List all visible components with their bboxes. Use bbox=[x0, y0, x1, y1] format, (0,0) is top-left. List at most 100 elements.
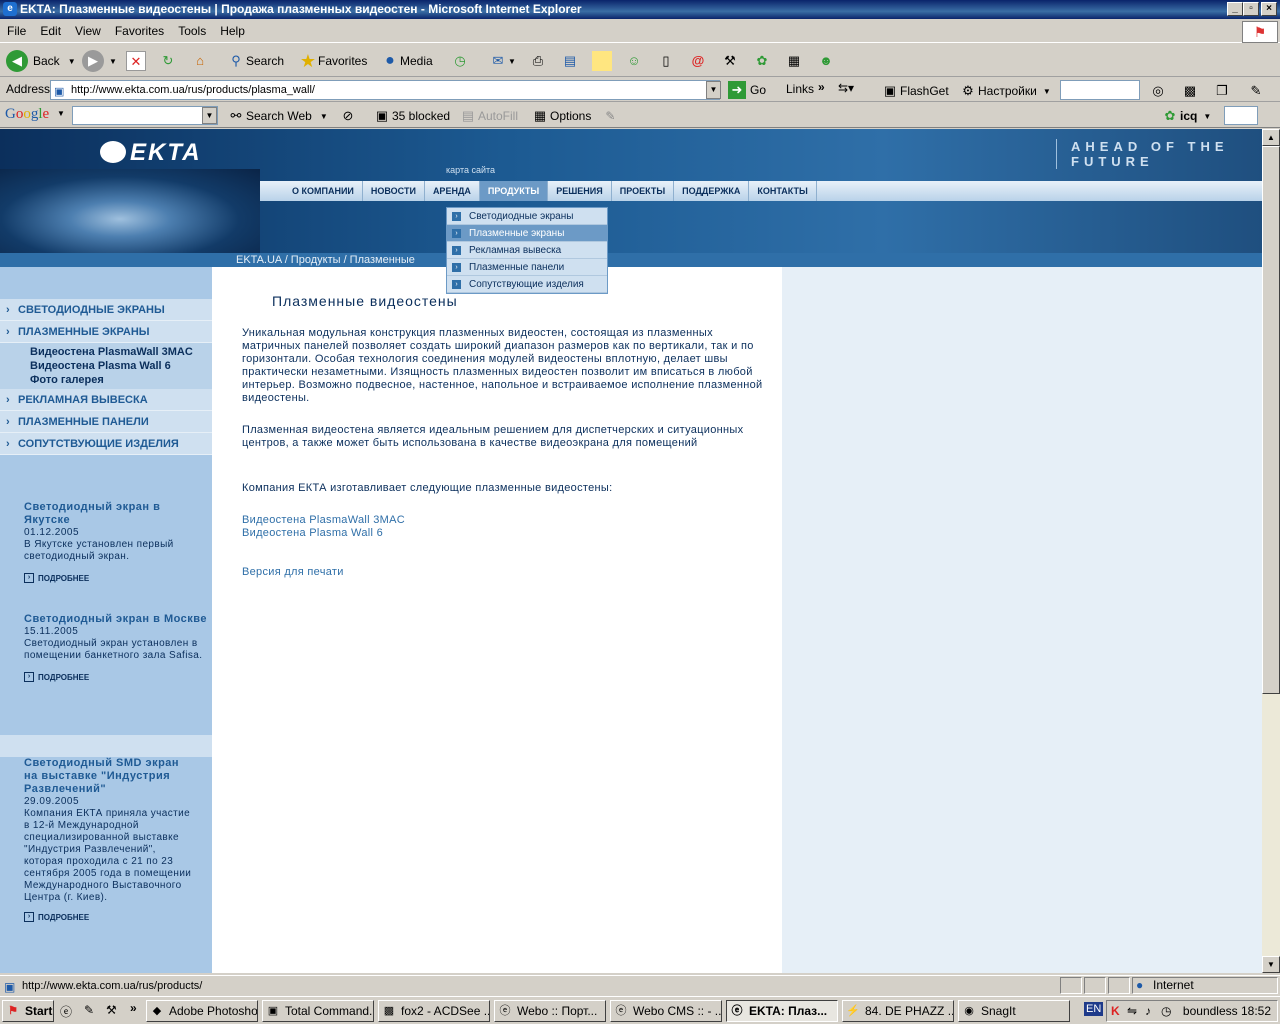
sidebar-item-accessories[interactable]: СОПУТСТВУЮЩИЕ ИЗДЕЛИЯ bbox=[0, 433, 212, 455]
tray-antivirus-icon[interactable]: K bbox=[1111, 1001, 1120, 1021]
maximize-button[interactable]: ▫ bbox=[1243, 2, 1259, 16]
highlight-icon[interactable]: ▩ bbox=[1180, 81, 1200, 101]
options-button[interactable]: ▦ Options ✎ bbox=[530, 106, 616, 126]
refresh-button[interactable]: ↻ bbox=[158, 49, 178, 73]
magnifier-icon[interactable]: ◎ bbox=[1148, 81, 1168, 101]
vertical-scrollbar[interactable]: ▲ ▼ bbox=[1262, 129, 1280, 973]
news-more-link[interactable]: › ПОДРОБНЕЕ bbox=[24, 573, 210, 583]
menu-edit[interactable]: Edit bbox=[33, 19, 68, 43]
icq-input[interactable] bbox=[1224, 106, 1258, 125]
news-title[interactable]: Светодиодный экран в Москве bbox=[24, 613, 210, 626]
go-button[interactable]: ➜ Go bbox=[728, 81, 766, 99]
site-logo[interactable]: EKTA bbox=[100, 139, 202, 167]
address-input[interactable]: ▣ http://www.ekta.com.ua/rus/products/pla… bbox=[50, 80, 720, 100]
task-ekta[interactable]: ⓔ EKTA: Плаз... bbox=[726, 1000, 838, 1022]
nav-news[interactable]: НОВОСТИ bbox=[363, 181, 425, 201]
nav-products[interactable]: ПРОДУКТЫ bbox=[479, 181, 549, 201]
autofill-button[interactable]: ▤ AutoFill bbox=[458, 106, 518, 126]
nav-contacts[interactable]: КОНТАКТЫ bbox=[749, 181, 817, 201]
messenger-button[interactable]: ☺ bbox=[624, 49, 644, 73]
icq-button[interactable]: ✿ icq ▼ bbox=[1160, 106, 1212, 126]
dropdown-item-plasma-panels[interactable]: › Плазменные панели bbox=[447, 259, 607, 276]
forward-button[interactable]: ▶ ▼ bbox=[82, 49, 117, 73]
news-more-link[interactable]: › ПОДРОБНЕЕ bbox=[24, 672, 210, 682]
dropdown-item-ad-sign[interactable]: › Рекламная вывеска bbox=[447, 242, 607, 259]
task-total-commander[interactable]: ▣ Total Command... bbox=[262, 1000, 374, 1022]
links-button[interactable]: Links bbox=[786, 82, 814, 96]
device-button[interactable]: ▯ bbox=[656, 49, 676, 73]
quicklaunch-ie-icon[interactable]: ⓔ bbox=[60, 1003, 72, 1020]
print-version-link[interactable]: Версия для печати bbox=[242, 566, 344, 578]
tray-network-icon[interactable]: ⇋ bbox=[1127, 1001, 1137, 1021]
search-web-button[interactable]: ⚯ Search Web ▼ bbox=[226, 106, 328, 126]
tray-volume-icon[interactable]: ♪ bbox=[1145, 1001, 1151, 1021]
favorites-button[interactable]: ★ Favorites bbox=[298, 49, 367, 73]
dropdown-item-plasma-screens[interactable]: › Плазменные экраны bbox=[447, 225, 607, 242]
tray-clock[interactable]: boundless 18:52 bbox=[1183, 1004, 1271, 1018]
nav-rent[interactable]: АРЕНДА bbox=[425, 181, 480, 201]
language-indicator[interactable]: EN bbox=[1084, 1002, 1104, 1016]
archive-button[interactable]: ▦ bbox=[784, 49, 804, 73]
sitemap-link[interactable]: карта сайта bbox=[446, 165, 495, 175]
print-button[interactable]: ⎙ bbox=[528, 49, 548, 73]
task-webo-cms[interactable]: ⓔ Webo CMS :: - ... bbox=[610, 1000, 722, 1022]
news-title[interactable]: Светодиодный SMD экран на выставке "Инду… bbox=[24, 757, 194, 796]
back-button[interactable]: ◀ Back ▼ bbox=[6, 49, 76, 73]
scroll-thumb[interactable] bbox=[1262, 146, 1280, 694]
menu-file[interactable]: File bbox=[0, 19, 33, 43]
dropdown-item-accessories[interactable]: › Сопутствующие изделия bbox=[447, 276, 607, 293]
forward-dropdown-icon[interactable]: ▼ bbox=[109, 57, 117, 66]
nav-projects[interactable]: ПРОЕКТЫ bbox=[612, 181, 675, 201]
google-logo[interactable]: Google bbox=[5, 106, 49, 123]
toolbar-search-input[interactable] bbox=[1060, 80, 1140, 100]
menu-favorites[interactable]: Favorites bbox=[108, 19, 171, 43]
sidebar-sub-plasmawall-3mac[interactable]: Видеостена PlasmaWall 3MAC bbox=[30, 345, 212, 359]
icq-flower-button[interactable]: ✿ bbox=[752, 49, 772, 73]
search-button[interactable]: ⚲ Search bbox=[226, 49, 284, 73]
sidebar-sub-plasma-wall-6[interactable]: Видеостена Plasma Wall 6 bbox=[30, 359, 212, 373]
breadcrumb[interactable]: EKTA.UA / Продукты / Плазменные bbox=[236, 253, 415, 267]
news-more-link[interactable]: › ПОДРОБНЕЕ bbox=[24, 912, 194, 922]
translate-icon[interactable]: ⇆▾ bbox=[838, 81, 854, 95]
task-de-phazz[interactable]: ⚡ 84. DE PHAZZ ... bbox=[842, 1000, 954, 1022]
close-button[interactable]: × bbox=[1261, 2, 1277, 16]
start-button[interactable]: ⚑ Start bbox=[2, 1000, 54, 1022]
nav-solutions[interactable]: РЕШЕНИЯ bbox=[548, 181, 612, 201]
task-snagit[interactable]: ◉ SnagIt bbox=[958, 1000, 1070, 1022]
quicklaunch-edit-icon[interactable]: ✎ bbox=[84, 1003, 94, 1017]
task-photoshop[interactable]: ◆ Adobe Photoshop bbox=[146, 1000, 258, 1022]
sidebar-item-ad-sign[interactable]: РЕКЛАМНАЯ ВЫВЕСКА bbox=[0, 389, 212, 411]
google-search-input[interactable] bbox=[72, 106, 218, 125]
media-button[interactable]: ● Media bbox=[380, 49, 433, 73]
tray-clock-icon[interactable]: ◷ bbox=[1161, 1001, 1171, 1021]
sidebar-item-plasma-panels[interactable]: ПЛАЗМЕННЫЕ ПАНЕЛИ bbox=[0, 411, 212, 433]
edit-button[interactable]: ▤ bbox=[560, 49, 580, 73]
link-plasma-wall-6[interactable]: Видеостена Plasma Wall 6 bbox=[242, 527, 383, 539]
back-dropdown-icon[interactable]: ▼ bbox=[68, 57, 76, 66]
address-dropdown-icon[interactable]: ▼ bbox=[706, 81, 721, 99]
nav-support[interactable]: ПОДДЕРЖКА bbox=[674, 181, 750, 201]
scroll-down-icon[interactable]: ▼ bbox=[1262, 956, 1280, 973]
home-button[interactable]: ⌂ bbox=[190, 49, 210, 73]
copy-icon[interactable]: ❐ bbox=[1212, 81, 1232, 101]
note-button[interactable] bbox=[592, 49, 612, 73]
google-search-dropdown-icon[interactable]: ▼ bbox=[202, 107, 217, 124]
menu-tools[interactable]: Tools bbox=[171, 19, 213, 43]
news-title[interactable]: Светодиодный экран в Якутске bbox=[24, 501, 210, 527]
dropdown-item-led-screens[interactable]: › Светодиодные экраны bbox=[447, 208, 607, 225]
links-chevron-icon[interactable]: » bbox=[818, 80, 825, 94]
sidebar-sub-photo-gallery[interactable]: Фото галерея bbox=[30, 373, 212, 387]
at-button[interactable]: @ bbox=[688, 49, 708, 73]
quicklaunch-tool-icon[interactable]: ⚒ bbox=[106, 1003, 117, 1017]
mail-button[interactable]: ✉ ▼ bbox=[488, 49, 516, 73]
menu-view[interactable]: View bbox=[68, 19, 108, 43]
popup-blocker-button[interactable]: ▣ 35 blocked bbox=[372, 106, 450, 126]
mail-dropdown-icon[interactable]: ▼ bbox=[508, 57, 516, 66]
paste-icon[interactable]: ✎ bbox=[1246, 81, 1266, 101]
sidebar-item-led-screens[interactable]: СВЕТОДИОДНЫЕ ЭКРАНЫ bbox=[0, 299, 212, 321]
task-acdsee[interactable]: ▩ fox2 - ACDSee ... bbox=[378, 1000, 490, 1022]
link-plasmawall-3mac[interactable]: Видеостена PlasmaWall 3MAC bbox=[242, 514, 405, 526]
minimize-button[interactable]: _ bbox=[1227, 2, 1243, 16]
google-menu-dropdown-icon[interactable]: ▼ bbox=[57, 109, 65, 118]
sidebar-item-plasma-screens[interactable]: ПЛАЗМЕННЫЕ ЭКРАНЫ bbox=[0, 321, 212, 343]
